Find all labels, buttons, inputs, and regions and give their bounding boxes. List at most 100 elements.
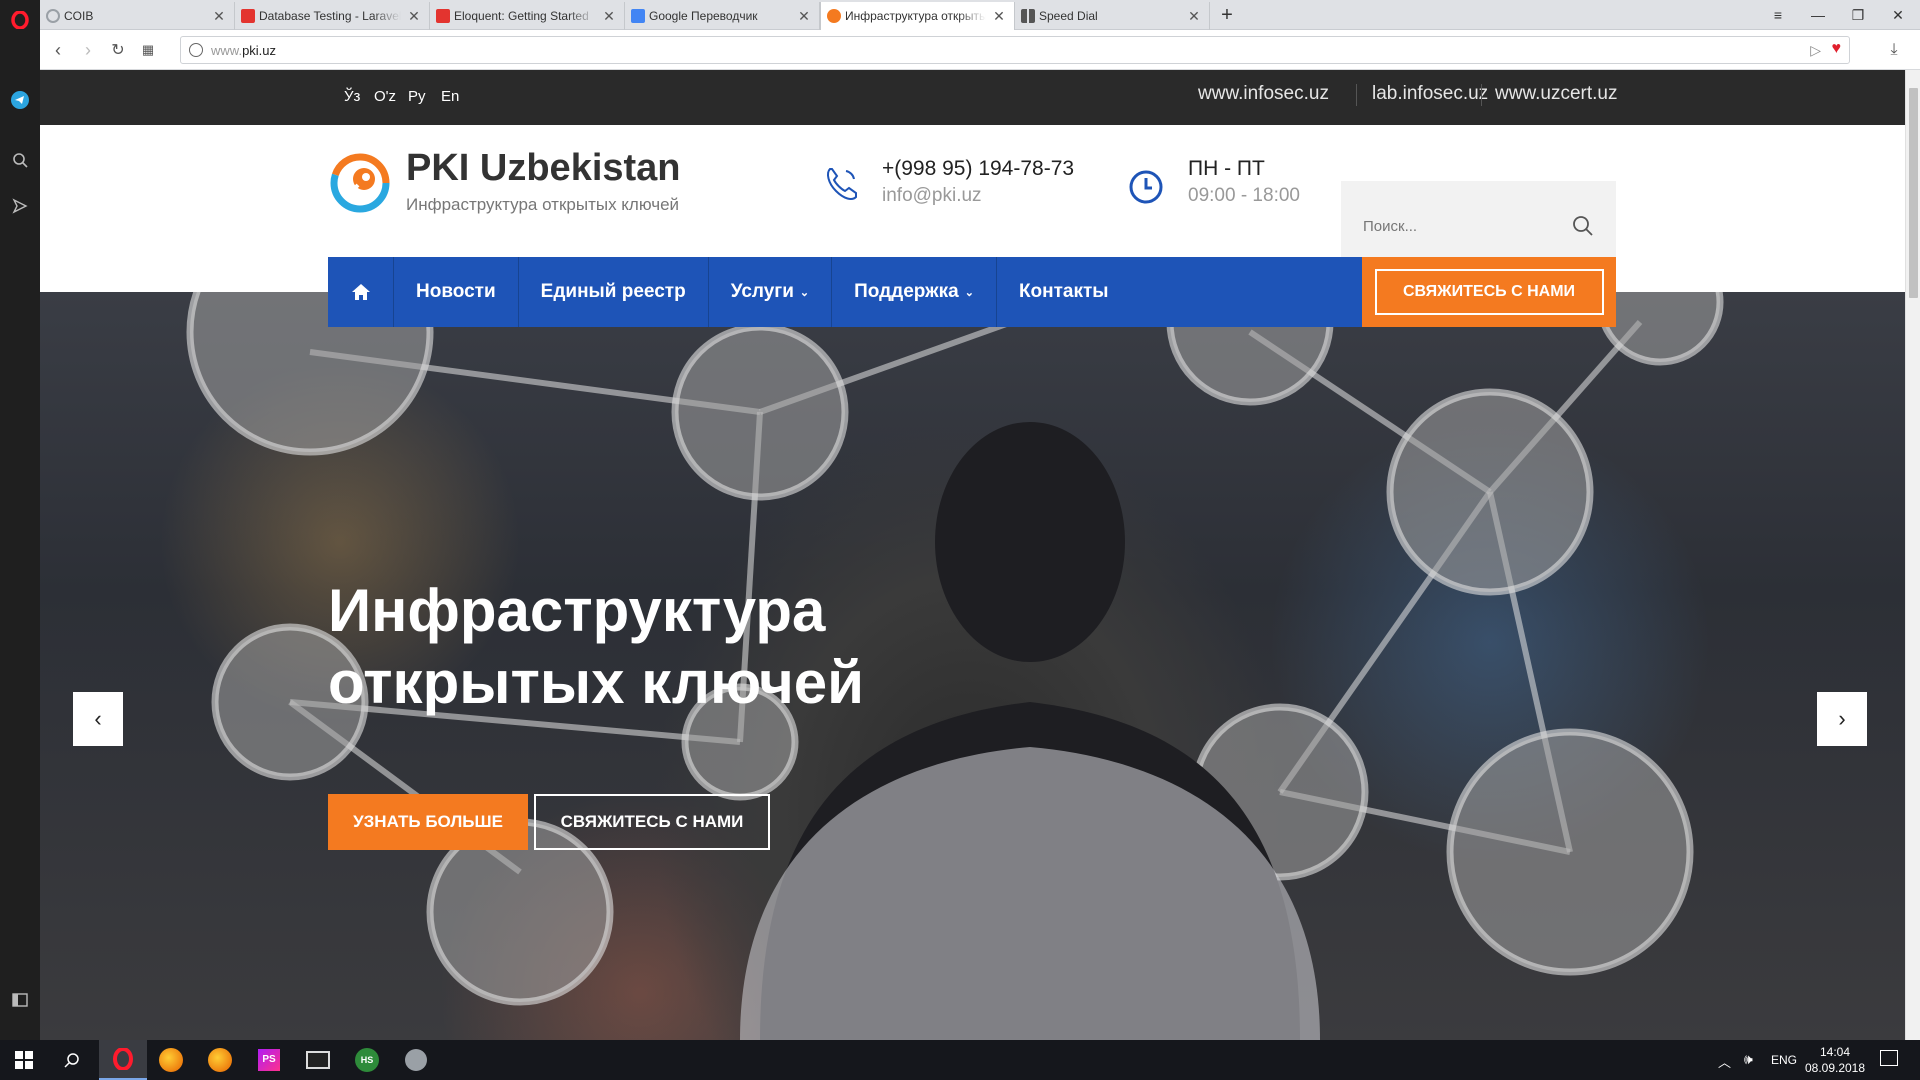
lang-uz-cyrillic[interactable]: Ўз xyxy=(344,88,360,105)
search-placeholder: Поиск... xyxy=(1363,217,1418,235)
url-prefix: www. xyxy=(211,42,243,58)
tab-menu-icon[interactable]: ≡ xyxy=(1760,0,1796,30)
close-icon[interactable]: ✕ xyxy=(992,8,1006,25)
pki-favicon-icon xyxy=(827,9,841,23)
hero-title: Инфраструктура открытых ключей xyxy=(328,575,864,719)
close-icon[interactable]: ✕ xyxy=(212,8,226,25)
search-icon[interactable] xyxy=(8,148,32,172)
reload-icon[interactable]: ↻ xyxy=(106,38,130,62)
nav-registry[interactable]: Единый реестр xyxy=(519,257,709,327)
tab-title: Speed Dial xyxy=(1039,9,1098,23)
tab-title: Eloquent: Getting Started xyxy=(454,9,589,23)
input-language[interactable]: ENG xyxy=(1771,1053,1797,1067)
search-icon[interactable] xyxy=(1572,215,1594,241)
volume-icon[interactable]: 🕪 xyxy=(1744,1051,1753,1068)
nav-contacts[interactable]: Контакты xyxy=(997,257,1131,327)
speed-dial-grid-icon[interactable]: ▦ xyxy=(136,38,160,62)
tab-title: Google Переводчик xyxy=(649,9,758,23)
nav-support[interactable]: Поддержка ⌄ xyxy=(832,257,997,327)
system-clock[interactable]: 14:04 08.09.2018 xyxy=(1800,1044,1870,1076)
forward-icon[interactable]: › xyxy=(76,38,100,62)
logo-subtitle: Инфраструктура открытых ключей xyxy=(406,195,680,214)
taskbar-heidisql-icon[interactable]: HS xyxy=(343,1040,391,1080)
nav-home-icon[interactable] xyxy=(328,257,394,327)
tab-coib[interactable]: COIB ✕ xyxy=(40,2,235,30)
url-bar[interactable]: www. pki.uz ▷ ♥ xyxy=(180,36,1850,64)
taskbar-terminal-icon[interactable] xyxy=(294,1040,342,1080)
nav-services[interactable]: Услуги ⌄ xyxy=(709,257,833,327)
flow-send-icon[interactable] xyxy=(8,194,32,218)
taskbar-app-icon[interactable] xyxy=(392,1040,440,1080)
nav-label: Контакты xyxy=(1018,281,1109,302)
tab-title: Инфраструктура открытых xyxy=(845,9,986,23)
main-nav: Новости Единый реестр Услуги ⌄ Поддержка ⌄… xyxy=(328,257,1616,327)
pki-logo-icon[interactable] xyxy=(330,153,390,213)
nav-label: Поддержка xyxy=(854,281,959,302)
phone-icon xyxy=(822,163,862,208)
new-tab-button[interactable]: + xyxy=(1212,0,1242,30)
chevron-down-icon: ⌄ xyxy=(964,286,974,299)
restore-button[interactable]: ❐ xyxy=(1840,0,1876,30)
back-icon[interactable]: ‹ xyxy=(46,38,70,62)
url-host: pki.uz xyxy=(242,42,277,58)
globe-icon xyxy=(189,43,203,57)
taskbar-firefox-icon[interactable] xyxy=(147,1040,195,1080)
close-icon[interactable]: ✕ xyxy=(602,8,616,25)
lang-en[interactable]: En xyxy=(441,88,459,105)
tab-google-translate[interactable]: Google Переводчик ✕ xyxy=(625,2,820,30)
telegram-icon[interactable] xyxy=(8,88,32,112)
taskbar-firefox-dev-icon[interactable] xyxy=(196,1040,244,1080)
download-icon[interactable]: ⤓ xyxy=(1882,38,1906,62)
page-scrollbar[interactable] xyxy=(1905,70,1920,1040)
search-icon[interactable] xyxy=(48,1040,96,1080)
chevron-down-icon: ⌄ xyxy=(799,286,810,299)
lang-ru[interactable]: Ру xyxy=(408,88,426,105)
link-infosec[interactable]: www.infosec.uz xyxy=(1198,83,1329,105)
opera-sidebar xyxy=(0,0,40,1040)
close-icon[interactable]: ✕ xyxy=(797,8,811,25)
opera-logo-icon[interactable] xyxy=(8,8,32,32)
learn-more-button[interactable]: УЗНАТЬ БОЛЬШЕ xyxy=(328,794,528,850)
tab-eloquent[interactable]: Eloquent: Getting Started ✕ xyxy=(430,2,625,30)
divider xyxy=(1356,84,1357,106)
heart-icon[interactable]: ♥ xyxy=(1832,40,1842,58)
nav-news[interactable]: Новости xyxy=(394,257,519,327)
slider-next-button[interactable]: › xyxy=(1817,692,1867,746)
google-translate-favicon-icon xyxy=(631,9,645,23)
taskbar-phpstorm-icon[interactable]: PS xyxy=(245,1040,293,1080)
tab-speed-dial[interactable]: Speed Dial ✕ xyxy=(1015,2,1210,30)
action-center-icon[interactable] xyxy=(1880,1050,1898,1066)
logo-title[interactable]: PKI Uzbekistan xyxy=(406,147,681,190)
tab-title: Database Testing - Laravel xyxy=(259,9,401,23)
minimize-button[interactable]: — xyxy=(1800,0,1836,30)
laravel-favicon-icon xyxy=(241,9,255,23)
network-background-graphic xyxy=(186,292,1724,1040)
tab-database-testing[interactable]: Database Testing - Laravel ✕ xyxy=(235,2,430,30)
tray-chevron-up-icon[interactable]: ︿ xyxy=(1718,1052,1731,1071)
close-icon[interactable]: ✕ xyxy=(407,8,421,25)
hero-title-line-2: открытых ключей xyxy=(328,649,865,716)
nav-contact-us-button[interactable]: СВЯЖИТЕСЬ С НАМИ xyxy=(1362,257,1616,327)
windows-start-icon[interactable] xyxy=(0,1040,48,1080)
nav-label: Услуги xyxy=(730,281,794,302)
hero-slider: ‹ › xyxy=(40,292,1905,1040)
close-icon[interactable]: ✕ xyxy=(1187,8,1201,25)
divider xyxy=(1481,84,1482,106)
sidebar-toggle-icon[interactable] xyxy=(8,988,32,1012)
tab-pki[interactable]: Инфраструктура открытых ✕ xyxy=(820,2,1015,30)
work-hours: 09:00 - 18:00 xyxy=(1188,185,1300,206)
link-lab-infosec[interactable]: lab.infosec.uz xyxy=(1372,83,1488,105)
email-address[interactable]: info@pki.uz xyxy=(882,185,982,207)
web-page: Ўз O'z Ру En www.infosec.uz lab.infosec.… xyxy=(40,70,1905,1040)
loading-favicon-icon xyxy=(46,9,60,23)
phone-number[interactable]: +(998 95) 194-78-73 xyxy=(882,157,1074,181)
link-uzcert[interactable]: www.uzcert.uz xyxy=(1495,83,1617,105)
hero-contact-button[interactable]: СВЯЖИТЕСЬ С НАМИ xyxy=(534,794,770,850)
lang-uz-latin[interactable]: O'z xyxy=(374,88,396,105)
slider-prev-button[interactable]: ‹ xyxy=(73,692,123,746)
close-window-button[interactable]: ✕ xyxy=(1880,0,1916,30)
taskbar-opera-icon[interactable] xyxy=(99,1040,147,1080)
send-icon[interactable]: ▷ xyxy=(1810,42,1821,59)
scrollbar-thumb[interactable] xyxy=(1909,88,1918,298)
tab-strip: COIB ✕ Database Testing - Laravel ✕ Eloq… xyxy=(40,0,1920,30)
